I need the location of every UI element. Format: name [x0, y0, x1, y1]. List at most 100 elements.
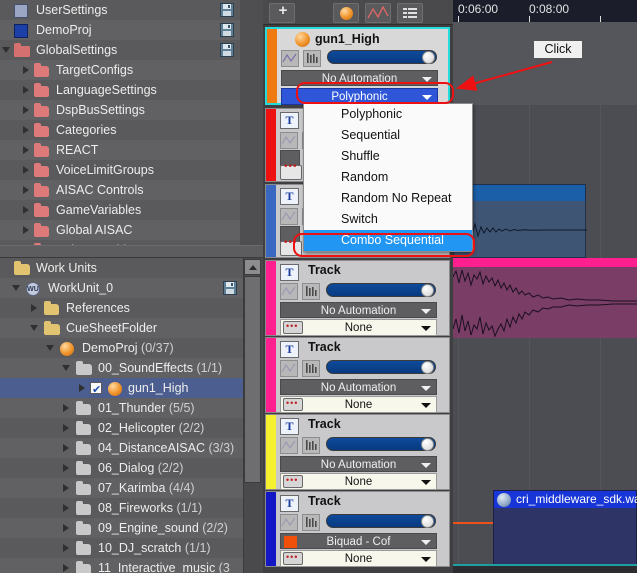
track-automation-dropdown[interactable]: Biquad - Cof — [280, 533, 437, 549]
tree-item-02-helicopter[interactable]: 02_Helicopter (2/2) — [0, 418, 243, 438]
scroll-up-arrow-icon[interactable] — [244, 259, 261, 275]
tree-item-aisac-controls[interactable]: AISAC Controls — [0, 180, 240, 200]
track-fx-dropdown[interactable]: None — [280, 318, 437, 336]
tree-twisty[interactable] — [30, 324, 39, 333]
tree-twisty[interactable] — [12, 284, 21, 293]
tree-twisty[interactable] — [22, 86, 31, 95]
tree-twisty[interactable] — [62, 424, 71, 433]
track-automation-dropdown[interactable]: No Automation — [280, 456, 437, 472]
tree-item-react[interactable]: REACT — [0, 140, 240, 160]
track-envelope-toggle[interactable] — [280, 437, 298, 454]
tree-twisty[interactable] — [30, 304, 39, 313]
track-volume-knob[interactable] — [421, 284, 434, 297]
cue-type-dropdown-menu[interactable]: Polyphonic Sequential Shuffle Random Random … — [303, 103, 473, 252]
tree-item-targetconfigs[interactable]: TargetConfigs — [0, 60, 240, 80]
tree-twisty[interactable] — [62, 444, 71, 453]
track-volume-slider[interactable] — [326, 437, 436, 451]
track-automation-dropdown[interactable]: No Automation — [280, 379, 437, 395]
tree-twisty[interactable] — [22, 106, 31, 115]
cue-volume-slider[interactable] — [327, 50, 437, 64]
track-row[interactable]: T Track No Automation None — [265, 337, 450, 413]
track-meter-toggle[interactable] — [302, 514, 320, 531]
tree-twisty[interactable] — [22, 166, 31, 175]
menu-item-sequential[interactable]: Sequential — [304, 125, 472, 146]
tree-twisty[interactable] — [62, 524, 71, 533]
track-row[interactable]: T Track No Automation None — [265, 260, 450, 336]
tree-item-demoproj[interactable]: DemoProj (0/37) — [0, 338, 243, 358]
track-envelope-toggle[interactable] — [280, 283, 298, 300]
track-fx-icon[interactable]: ••• — [280, 237, 302, 256]
cue-volume-knob[interactable] — [422, 51, 435, 64]
menu-item-polyphonic[interactable]: Polyphonic — [304, 104, 472, 125]
tree-twisty[interactable] — [22, 186, 31, 195]
tree-item-work-units[interactable]: Work Units — [0, 258, 243, 278]
track-volume-knob[interactable] — [421, 515, 434, 528]
track-row[interactable]: T Track No Automation None — [265, 414, 450, 490]
tree-twisty[interactable] — [62, 364, 71, 373]
tree-item-gun1-high[interactable]: gun1_High — [0, 378, 243, 400]
cue-automation-dropdown[interactable]: No Automation — [281, 70, 438, 86]
tree-twisty[interactable] — [62, 564, 71, 573]
tree-twisty[interactable] — [78, 384, 87, 393]
cue-meter-toggle[interactable] — [303, 50, 321, 67]
track-fx-dropdown[interactable]: None — [280, 395, 437, 413]
menu-item-switch[interactable]: Switch — [304, 209, 472, 230]
global-settings-tree-scroll-well[interactable] — [240, 0, 263, 245]
menu-item-random[interactable]: Random — [304, 167, 472, 188]
list-view-icon[interactable] — [397, 3, 423, 23]
work-units-tree[interactable]: Work Units WU WorkUnit_0 References CueSheet… — [0, 258, 243, 573]
cue-ball-icon[interactable] — [333, 3, 359, 23]
tree-item-06-dialog[interactable]: 06_Dialog (2/2) — [0, 458, 243, 478]
tree-item-languagesettings[interactable]: LanguageSettings — [0, 80, 240, 100]
track-envelope-toggle[interactable] — [280, 514, 298, 531]
scrollbar-thumb[interactable] — [244, 276, 261, 483]
timeline-ruler[interactable]: 0:06:00 0:08:00 — [453, 0, 637, 22]
tree-item-dspbussettings[interactable]: DspBusSettings — [0, 100, 240, 120]
timeline-clip-wav[interactable]: cri_middleware_sdk.wav — [493, 490, 637, 566]
tree-twisty[interactable] — [62, 464, 71, 473]
tree-twisty[interactable] — [62, 404, 71, 413]
save-icon[interactable] — [223, 281, 237, 295]
timeline-lane-1[interactable] — [453, 105, 637, 180]
tree-item-10-dj-scratch[interactable]: 10_DJ_scratch (1/1) — [0, 538, 243, 558]
panel-divider[interactable] — [0, 245, 263, 258]
tree-twisty[interactable] — [62, 504, 71, 513]
track-volume-knob[interactable] — [421, 438, 434, 451]
envelope-curve-icon[interactable] — [365, 3, 391, 23]
tree-twisty[interactable] — [22, 146, 31, 155]
track-volume-slider[interactable] — [326, 283, 436, 297]
track-meter-toggle[interactable] — [302, 283, 320, 300]
track-meter-toggle[interactable] — [302, 360, 320, 377]
tree-item-00-soundeffects[interactable]: 00_SoundEffects (1/1) — [0, 358, 243, 378]
tree-item-references[interactable]: References — [0, 298, 243, 318]
track-envelope-toggle[interactable] — [280, 208, 298, 225]
menu-item-combo-sequential[interactable]: Combo Sequential — [304, 230, 472, 251]
tree-item-gamevariables[interactable]: GameVariables — [0, 200, 240, 220]
tree-item-08-fireworks[interactable]: 08_Fireworks (1/1) — [0, 498, 243, 518]
timeline-lane-4[interactable] — [453, 338, 637, 414]
track-meter-toggle[interactable] — [302, 437, 320, 454]
track-automation-dropdown[interactable]: No Automation — [280, 302, 437, 318]
timeline-lane-5[interactable] — [453, 414, 637, 490]
track-fx-dropdown[interactable]: None — [280, 549, 437, 567]
tree-item-workunit-0[interactable]: WU WorkUnit_0 — [0, 278, 243, 298]
global-settings-tree[interactable]: UserSettings DemoProj GlobalSettings Target… — [0, 0, 240, 245]
checkbox[interactable] — [90, 380, 102, 400]
tree-item-cuesheetfolder[interactable]: CueSheetFolder — [0, 318, 243, 338]
cue-envelope-toggle[interactable] — [281, 50, 299, 67]
tree-twisty[interactable] — [22, 206, 31, 215]
track-fx-dropdown[interactable]: None — [280, 472, 437, 490]
timeline-clip-purple[interactable] — [453, 267, 637, 338]
cue-header-panel[interactable]: gun1_High No Automation Polyphonic — [265, 27, 450, 105]
tree-twisty[interactable] — [46, 344, 55, 353]
tree-twisty[interactable] — [22, 66, 31, 75]
menu-item-shuffle[interactable]: Shuffle — [304, 146, 472, 167]
track-row[interactable]: T Track Biquad - Cof None — [265, 491, 450, 567]
tree-item-01-thunder[interactable]: 01_Thunder (5/5) — [0, 398, 243, 418]
tree-item-demoproj[interactable]: DemoProj — [0, 20, 240, 40]
tree-twisty[interactable] — [22, 126, 31, 135]
tree-twisty[interactable] — [62, 484, 71, 493]
track-fx-icon[interactable]: ••• — [280, 161, 302, 180]
tree-item-globalsettings[interactable]: GlobalSettings — [0, 40, 240, 60]
save-icon[interactable] — [220, 23, 234, 37]
